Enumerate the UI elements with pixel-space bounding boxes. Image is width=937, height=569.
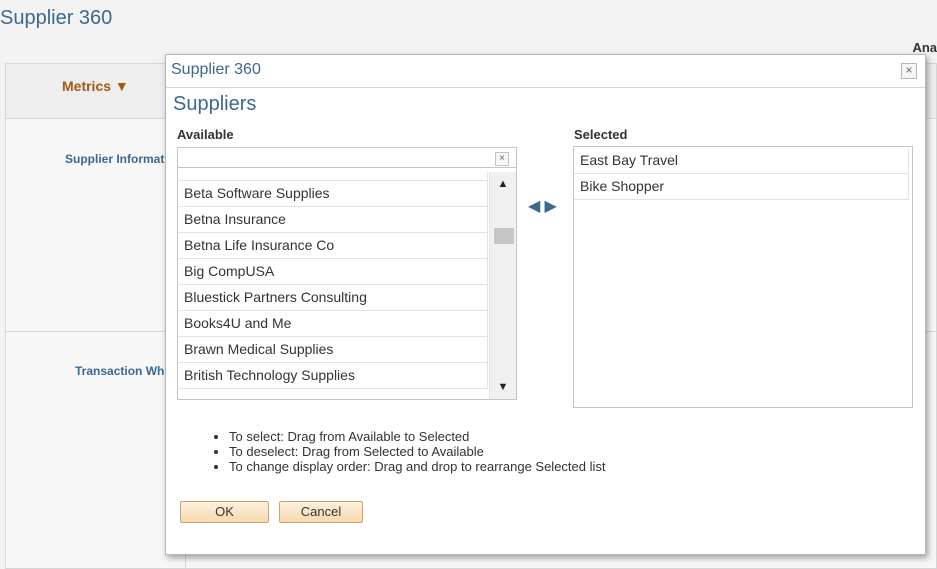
page-topright-label: Ana	[912, 40, 937, 55]
page: Supplier 360 Ana Metrics ▼ Supplier Info…	[0, 0, 937, 569]
section-title: Suppliers	[173, 93, 257, 115]
metrics-dropdown[interactable]: Metrics ▼	[62, 78, 129, 94]
list-item[interactable]: Bike Shopper	[574, 174, 909, 200]
transaction-label: Transaction Wh	[75, 364, 165, 378]
move-arrows: ◀ ▶	[528, 196, 557, 216]
scroll-down-icon[interactable]: ▼	[490, 375, 516, 399]
cancel-button[interactable]: Cancel	[279, 501, 363, 523]
list-item[interactable]: Books4U and Me	[178, 311, 488, 337]
close-icon[interactable]: ×	[901, 63, 917, 79]
list-item[interactable]: East Bay Travel	[574, 148, 909, 174]
supplier-select-dialog: Supplier 360 × Suppliers Available Selec…	[165, 54, 926, 555]
list-item[interactable]: Bluestick Partners Consulting	[178, 285, 488, 311]
selected-listbox: East Bay Travel Bike Shopper	[573, 146, 913, 408]
list-item[interactable]: Betna Insurance	[178, 207, 488, 233]
scroll-up-icon[interactable]: ▲	[490, 172, 516, 196]
list-item[interactable]: Brawn Medical Supplies	[178, 337, 488, 363]
instruction-item: To change display order: Drag and drop t…	[229, 459, 606, 474]
selected-label: Selected	[574, 127, 628, 142]
available-search-input[interactable]	[178, 148, 516, 168]
list-item[interactable]: Boston Scientific	[178, 172, 488, 181]
page-title: Supplier 360	[0, 7, 113, 29]
available-list-inner: Boston Scientific Beta Software Supplies…	[178, 172, 488, 389]
list-item[interactable]: British Technology Supplies	[178, 363, 488, 389]
dialog-header: Supplier 360 ×	[166, 55, 925, 88]
clear-search-icon[interactable]: ×	[495, 152, 509, 166]
instructions-list: To select: Drag from Available to Select…	[211, 429, 606, 474]
supplier-information-label: Supplier Informat	[65, 152, 165, 166]
available-listbox: × Boston Scientific Beta Software Suppli…	[177, 147, 517, 400]
move-right-icon[interactable]: ▶	[544, 196, 556, 216]
available-list: Boston Scientific Beta Software Supplies…	[178, 172, 488, 399]
list-item[interactable]: Big CompUSA	[178, 259, 488, 285]
dialog-title: Supplier 360	[171, 61, 261, 78]
move-left-icon[interactable]: ◀	[528, 196, 540, 216]
available-label: Available	[177, 127, 234, 142]
scroll-thumb[interactable]	[494, 228, 514, 244]
instruction-item: To select: Drag from Available to Select…	[229, 429, 606, 444]
ok-button[interactable]: OK	[180, 501, 269, 523]
available-scrollbar[interactable]: ▲ ▼	[489, 172, 516, 399]
list-item[interactable]: Beta Software Supplies	[178, 181, 488, 207]
list-item[interactable]: Betna Life Insurance Co	[178, 233, 488, 259]
instruction-item: To deselect: Drag from Selected to Avail…	[229, 444, 606, 459]
selected-list: East Bay Travel Bike Shopper	[574, 148, 909, 200]
